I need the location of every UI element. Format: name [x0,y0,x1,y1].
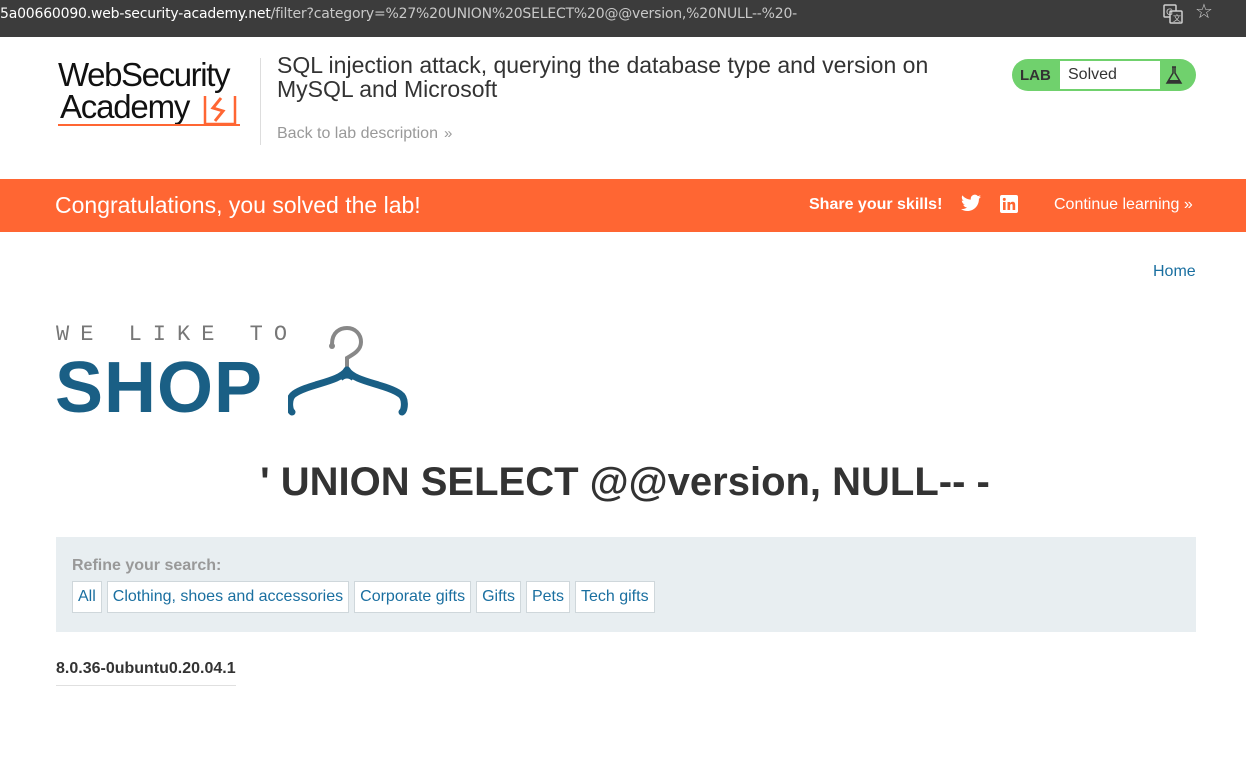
we-like-to-shop-logo: WE LIKE TO SHOP [55,322,415,428]
header-divider [260,58,261,145]
back-link-label: Back to lab description [277,125,438,142]
url-text[interactable]: 5a00660090.web-security-academy.net/filt… [0,6,797,22]
category-tech-gifts[interactable]: Tech gifts [574,581,655,613]
category-clothing[interactable]: Clothing, shoes and accessories [106,581,350,613]
linkedin-icon[interactable] [1000,195,1018,213]
logo-line-2: Academy [60,88,190,125]
result-row: 8.0.36-0ubuntu0.20.04.1 [56,660,236,686]
shop-logo-tagline: WE LIKE TO [56,322,299,347]
svg-text:G: G [1166,8,1173,18]
lab-state: Solved [1060,61,1160,89]
shop-logo-word: SHOP [55,348,264,428]
twitter-icon[interactable] [961,194,981,212]
double-chevron-right-icon: » [1183,196,1193,213]
logo-underline [58,124,240,126]
solved-banner: Congratulations, you solved the lab! Sha… [0,179,1246,232]
refine-label: Refine your search: [72,557,222,574]
svg-text:文: 文 [1173,13,1181,23]
share-label: Share your skills! [809,196,943,213]
bookmark-star-icon[interactable]: ☆ [1195,2,1213,22]
category-all[interactable]: All [72,581,102,613]
category-filters: All Clothing, shoes and accessories Corp… [72,581,655,613]
continue-learning-label: Continue learning [1054,196,1180,213]
double-chevron-right-icon: » [443,125,453,142]
home-link[interactable]: Home [1153,263,1196,281]
translate-icon[interactable]: G文 [1163,4,1183,24]
search-heading: ' UNION SELECT @@version, NULL-- - [260,460,990,504]
url-host: 5a00660090.web-security-academy.net [0,6,271,22]
category-gifts[interactable]: Gifts [476,581,521,613]
url-path: /filter?category=%27%20UNION%20SELECT%20… [270,6,798,22]
lab-badge: LAB [1020,67,1051,84]
back-to-lab-description-link[interactable]: Back to lab description » [277,125,452,143]
clothes-hanger-icon [288,325,408,416]
logo-lightning-icon [203,96,237,126]
flask-icon [1165,66,1183,84]
browser-url-bar[interactable]: 5a00660090.web-security-academy.net/filt… [0,0,1246,37]
congrats-message: Congratulations, you solved the lab! [55,192,421,218]
lab-status-widget: LAB Solved [1012,59,1196,91]
filter-panel: Refine your search: All Clothing, shoes … [56,537,1196,632]
category-pets[interactable]: Pets [525,581,570,613]
lab-title: SQL injection attack, querying the datab… [277,52,929,102]
category-corporate-gifts[interactable]: Corporate gifts [354,581,472,613]
web-security-academy-logo[interactable]: WebSecurity Academy [58,56,258,128]
continue-learning-link[interactable]: Continue learning » [1054,196,1193,214]
